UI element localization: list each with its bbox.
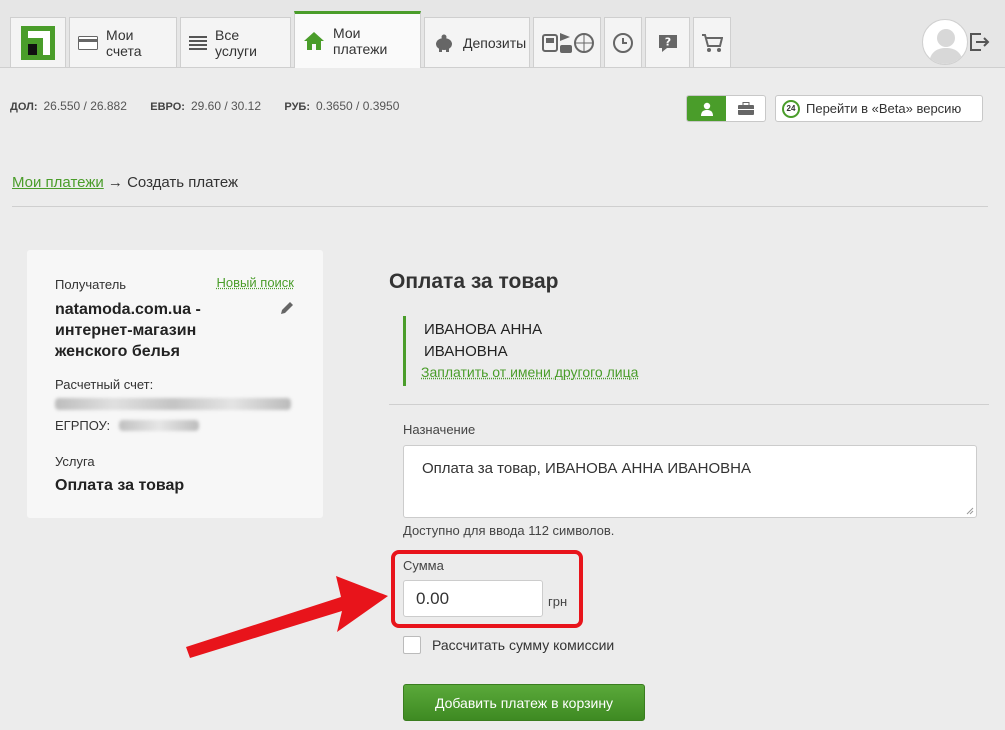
blurred-egrpou-number [119,420,199,431]
resize-handle-icon[interactable] [966,507,974,515]
rate-value-rub: 0.3650 / 0.3950 [315,99,400,113]
logout-icon[interactable] [970,33,990,51]
home-icon [304,32,324,50]
service-name: Оплата за товар [55,477,185,494]
tab-cart[interactable] [693,17,731,67]
user-avatar[interactable] [922,19,968,65]
help-icon: ? [658,34,677,52]
cart-icon [702,33,723,52]
rate-code-rub: РУБ: [284,101,310,113]
tab-all-services[interactable]: Все услуги [180,17,291,67]
list-icon [189,35,207,50]
card-icon [78,35,98,50]
bank-logo-icon [21,25,55,60]
pay-as-other-link[interactable]: Заплатить от имени другого лица [421,364,638,380]
tab-help[interactable]: ? [645,17,690,67]
beta-version-button[interactable]: 24 Перейти в «Beta» версию [775,95,983,122]
recipient-name: natamoda.com.ua - интернет-магазин женск… [55,301,201,360]
sum-input[interactable] [403,580,543,617]
divider [389,404,989,405]
business-toggle[interactable] [726,96,765,121]
rate-value-usd: 26.550 / 26.882 [43,99,127,113]
beta-label: Перейти в «Beta» версию [806,101,962,116]
person-icon [700,102,713,116]
bank-logo-tab[interactable] [10,17,66,67]
svg-text:?: ? [664,35,670,48]
purpose-textarea[interactable]: Оплата за товар, ИВАНОВА АННА ИВАНОВНА [403,445,977,518]
account-label: Расчетный счет: [55,377,154,392]
top-navigation: Мои счета Все услуги Мои платежи Депозит… [0,0,1005,68]
service-label: Услуга [55,454,95,469]
tab-label: Депозиты [463,34,527,51]
breadcrumb-my-payments-link[interactable]: Мои платежи [12,174,104,191]
tab-label: Мои платежи [333,25,388,57]
breadcrumb-current: Создать платеж [127,174,239,191]
commission-checkbox[interactable] [403,636,421,654]
recipient-card: Получатель Новый поиск natamoda.com.ua -… [27,250,323,518]
blurred-account-number [55,398,291,410]
new-search-link[interactable]: Новый поиск [217,275,294,290]
purpose-value: Оплата за товар, ИВАНОВА АННА ИВАНОВНА [422,460,751,477]
exchange-rates: ДОЛ: 26.550 / 26.882 ЕВРО: 29.60 / 30.12 Р… [10,99,419,113]
tab-my-payments[interactable]: Мои платежи [294,11,421,68]
breadcrumb: Мои платежи → Создать платеж [12,174,238,191]
tab-deposits[interactable]: Депозиты [424,17,530,67]
currency-label: грн [548,594,568,609]
tab-history[interactable] [604,17,642,67]
piggy-bank-icon [436,34,452,52]
account-type-toggle [686,95,766,122]
rate-code-eur: ЕВРО: [150,101,185,113]
egrpou-label: ЕГРПОУ: [55,418,111,433]
payer-name: ИВАНОВА АННА ИВАНОВНА [424,321,543,360]
pencil-icon[interactable] [279,300,295,316]
breadcrumb-separator: → [107,174,123,191]
chars-left-hint: Доступно для ввода 112 символов. [403,523,615,538]
rate-value-eur: 29.60 / 30.12 [190,99,262,113]
divider [12,206,988,207]
tab-my-accounts[interactable]: Мои счета [69,17,177,67]
sum-label: Сумма [403,558,444,573]
purpose-label: Назначение [403,422,476,437]
tab-travel[interactable] [533,17,601,67]
24-badge-icon: 24 [782,99,800,118]
tab-label: Мои счета [106,26,142,59]
travel-icon [542,32,594,53]
commission-label[interactable]: Рассчитать сумму комиссии [432,637,614,653]
briefcase-icon [737,101,754,115]
recipient-label: Получатель [55,277,127,292]
history-icon [613,32,633,53]
page-title: Оплата за товар [389,270,559,293]
user-silhouette-icon [929,29,963,64]
rate-code-usd: ДОЛ: [10,101,38,113]
tab-label: Все услуги [215,26,257,59]
personal-toggle[interactable] [687,96,726,121]
add-to-cart-button[interactable]: Добавить платеж в корзину [403,684,645,721]
